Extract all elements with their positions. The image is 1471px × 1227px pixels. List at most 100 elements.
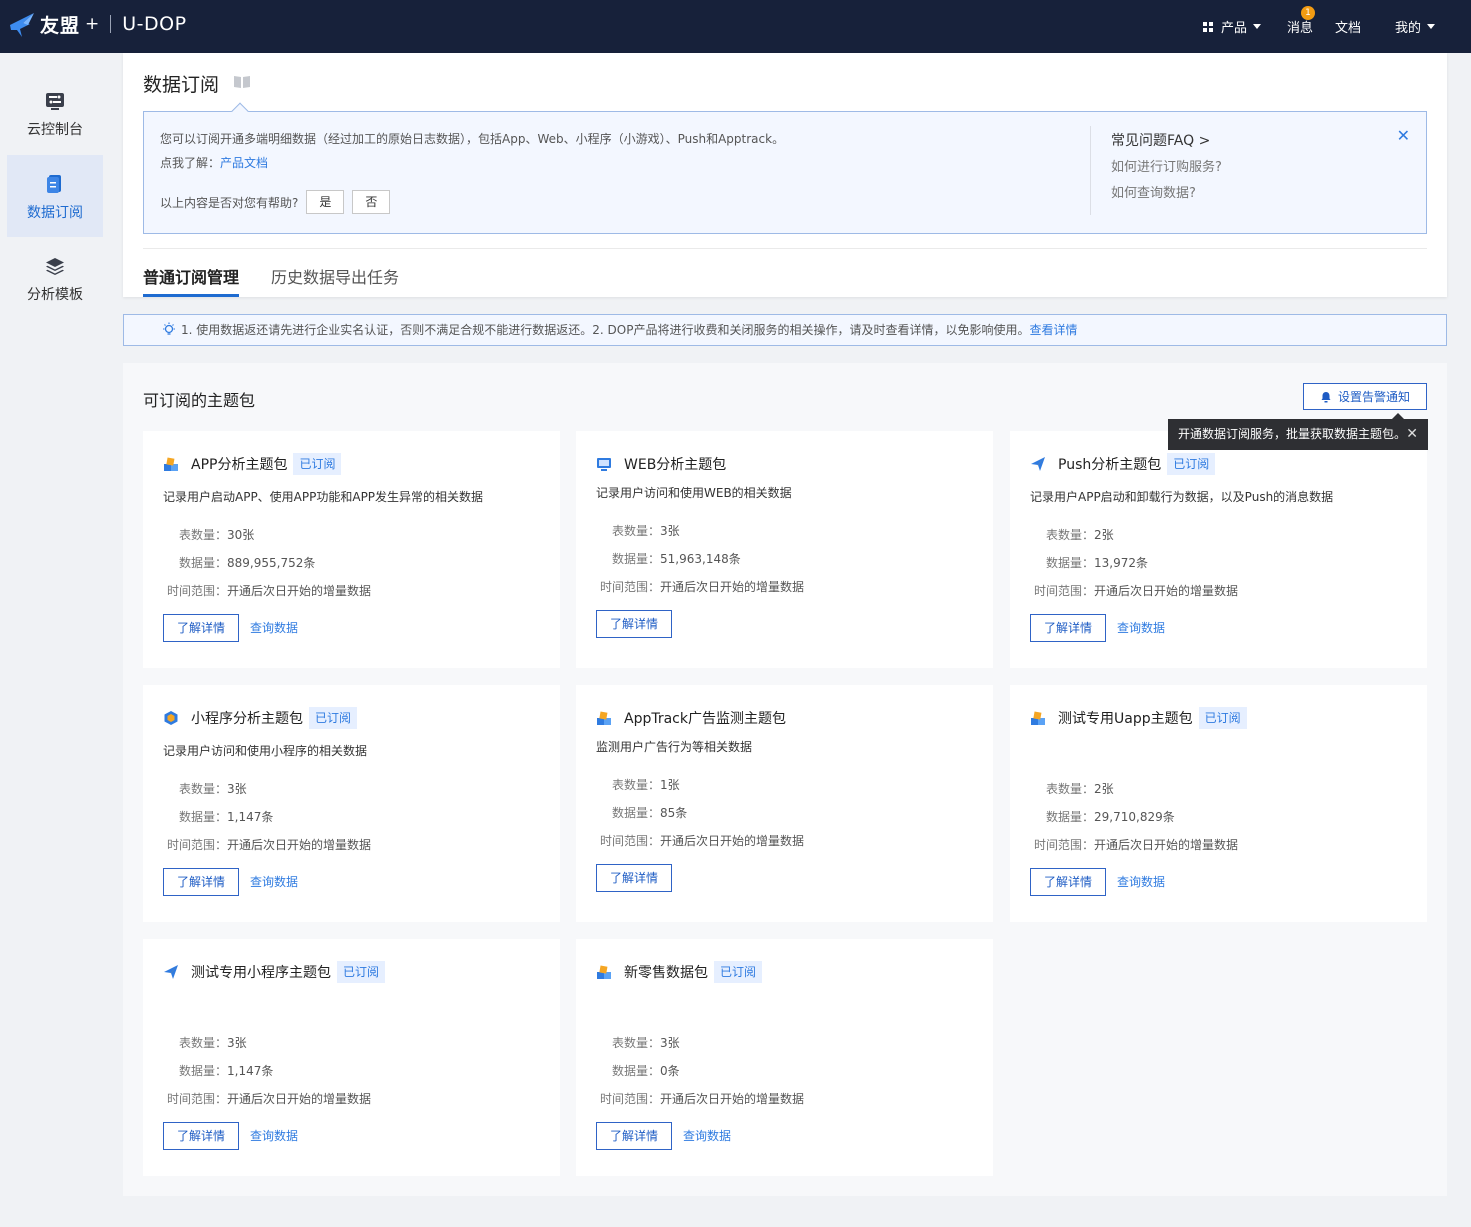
record-count: 数据量：889,955,752条 [179,554,315,571]
faq-question-link[interactable]: 如何进行订购服务? [1111,156,1222,175]
package-card: 测试专用Uapp主题包 已订阅 表数量：2张 数据量：29,710,829条 时间范围：… [1010,685,1427,922]
notice-text: 1. 使用数据返还请先进行企业实名认证，否则不满足合规不能进行数据返还。2. D… [181,323,1030,337]
docs-label: 文档 [1335,21,1362,36]
sidebar-item-label: 分析模板 [27,287,83,303]
time-range-value: 开通后次日开始的增量数据 [227,1092,372,1106]
paper-plane-icon [164,965,178,979]
learn-details-button[interactable]: 了解详情 [163,614,239,642]
subscribed-tag: 已订阅 [1167,453,1216,475]
table-count: 表数量：3张 [612,522,680,539]
table-count-label: 表数量： [612,778,661,792]
table-count-label: 表数量： [1046,782,1095,796]
table-count: 表数量：30张 [179,526,254,543]
sidebar-item-analysis-templates[interactable]: 分析模板 [7,246,103,328]
table-count-label: 表数量： [612,524,661,538]
learn-details-button[interactable]: 了解详情 [596,864,672,892]
close-icon[interactable]: ✕ [1406,419,1418,450]
record-count-label: 数据量： [1046,810,1095,824]
learn-details-button[interactable]: 了解详情 [1030,614,1106,642]
time-range-value: 开通后次日开始的增量数据 [227,838,372,852]
card-header: 测试专用Uapp主题包 已订阅 [1030,707,1247,729]
feedback-yes-button[interactable]: 是 [306,190,345,214]
time-range: 时间范围：开通后次日开始的增量数据 [1034,582,1238,599]
products-menu[interactable]: 产品 [1203,0,1262,53]
learn-details-button[interactable]: 了解详情 [163,868,239,896]
active-tab-indicator [143,294,239,297]
tab-subscription-management[interactable]: 普通订阅管理 [143,264,239,288]
query-data-link[interactable]: 查询数据 [683,1122,731,1150]
table-count: 表数量：3张 [179,1034,247,1051]
top-navigation-bar: 友盟 + U-DOP 产品 消息 1 文档 我的 [0,0,1471,53]
query-data-link[interactable]: 查询数据 [1117,614,1165,642]
query-data-link[interactable]: 查询数据 [250,868,298,896]
paper-plane-icon [1031,457,1045,471]
query-data-link[interactable]: 查询数据 [250,614,298,642]
feedback-no-button[interactable]: 否 [352,190,391,214]
sidebar-item-label: 云控制台 [27,122,83,138]
tab-history-export-tasks[interactable]: 历史数据导出任务 [271,264,399,288]
user-menu[interactable]: 我的 [1395,0,1436,53]
time-range-label: 时间范围： [600,580,661,594]
umeng-bird-icon [10,13,34,37]
faq-question-link[interactable]: 如何查询数据? [1111,182,1196,201]
query-data-link[interactable]: 查询数据 [1117,868,1165,896]
sidebar-item-console[interactable]: 云控制台 [7,82,103,164]
umeng-logo[interactable]: 友盟 + U-DOP [8,8,187,40]
card-title[interactable]: AppTrack广告监测主题包 [624,708,786,728]
card-title[interactable]: WEB分析主题包 [624,454,726,474]
divider [143,248,1427,249]
record-count-label: 数据量： [1046,556,1095,570]
product-docs-link[interactable]: 产品文档 [220,156,268,170]
table-count-value: 2张 [1094,528,1114,542]
card-title[interactable]: Push分析主题包 [1058,454,1161,474]
learn-details-button[interactable]: 了解详情 [1030,868,1106,896]
faq-title-link[interactable]: 常见问题FAQ > [1111,130,1210,150]
close-icon[interactable]: ✕ [1397,126,1410,145]
product-name: U-DOP [122,13,187,35]
card-description: 记录用户启动APP、使用APP功能和APP发生异常的相关数据 [163,490,484,504]
subscription-header-panel: 数据订阅 您可以订阅开通多端明细数据（经过加工的原始日志数据），包括App、We… [123,53,1447,297]
book-icon[interactable] [233,75,251,89]
table-count-label: 表数量： [612,1036,661,1050]
subscribed-tag: 已订阅 [337,961,386,983]
card-title[interactable]: APP分析主题包 [191,454,287,474]
page-title: 数据订阅 [143,74,220,96]
query-data-link[interactable]: 查询数据 [250,1122,298,1150]
package-card: WEB分析主题包 记录用户访问和使用WEB的相关数据 表数量：3张 数据量：51,96… [576,431,993,668]
table-count-value: 3张 [660,1036,680,1050]
table-count: 表数量：3张 [612,1034,680,1051]
learn-details-button[interactable]: 了解详情 [163,1122,239,1150]
set-alert-notification-button[interactable]: 设置告警通知 [1303,383,1427,410]
document-icon [47,175,61,193]
table-count-value: 3张 [660,524,680,538]
brand-name: 友盟 [40,14,81,37]
card-header: APP分析主题包 已订阅 [163,453,342,475]
table-count-label: 表数量： [1046,528,1095,542]
alert-button-label: 设置告警通知 [1337,390,1410,404]
record-count: 数据量：85条 [612,804,687,821]
record-count: 数据量：51,963,148条 [612,550,741,567]
learn-details-button[interactable]: 了解详情 [596,1122,672,1150]
card-title[interactable]: 测试专用Uapp主题包 [1058,708,1193,728]
section-title: 可订阅的主题包 [143,391,256,410]
feedback-row: 以上内容是否对您有帮助? 是 否 [160,190,391,214]
card-title[interactable]: 新零售数据包 [624,962,708,982]
card-header: 新零售数据包 已订阅 [596,961,763,983]
sidebar-item-data-subscription[interactable]: 数据订阅 [7,155,103,237]
package-card: AppTrack广告监测主题包 监测用户广告行为等相关数据 表数量：1张 数据量：85… [576,685,993,922]
learn-details-button[interactable]: 了解详情 [596,610,672,638]
time-range: 时间范围：开通后次日开始的增量数据 [600,578,804,595]
card-header: Push分析主题包 已订阅 [1030,453,1216,475]
time-range-label: 时间范围： [600,1092,661,1106]
package-card: 测试专用小程序主题包 已订阅 表数量：3张 数据量：1,147条 时间范围：开通后次日开… [143,939,560,1176]
card-title[interactable]: 测试专用小程序主题包 [191,962,331,982]
docs-link[interactable]: 文档 [1335,0,1361,53]
card-title[interactable]: 小程序分析主题包 [191,708,303,728]
record-count: 数据量：13,972条 [1046,554,1148,571]
record-count-label: 数据量： [612,806,661,820]
record-count-value: 85条 [660,806,688,820]
record-count: 数据量：0条 [612,1062,680,1079]
notice-details-link[interactable]: 查看详情 [1029,323,1077,337]
intro-info-box: 您可以订阅开通多端明细数据（经过加工的原始日志数据），包括App、Web、小程序… [143,102,1427,234]
subscribed-tag: 已订阅 [1198,707,1247,729]
